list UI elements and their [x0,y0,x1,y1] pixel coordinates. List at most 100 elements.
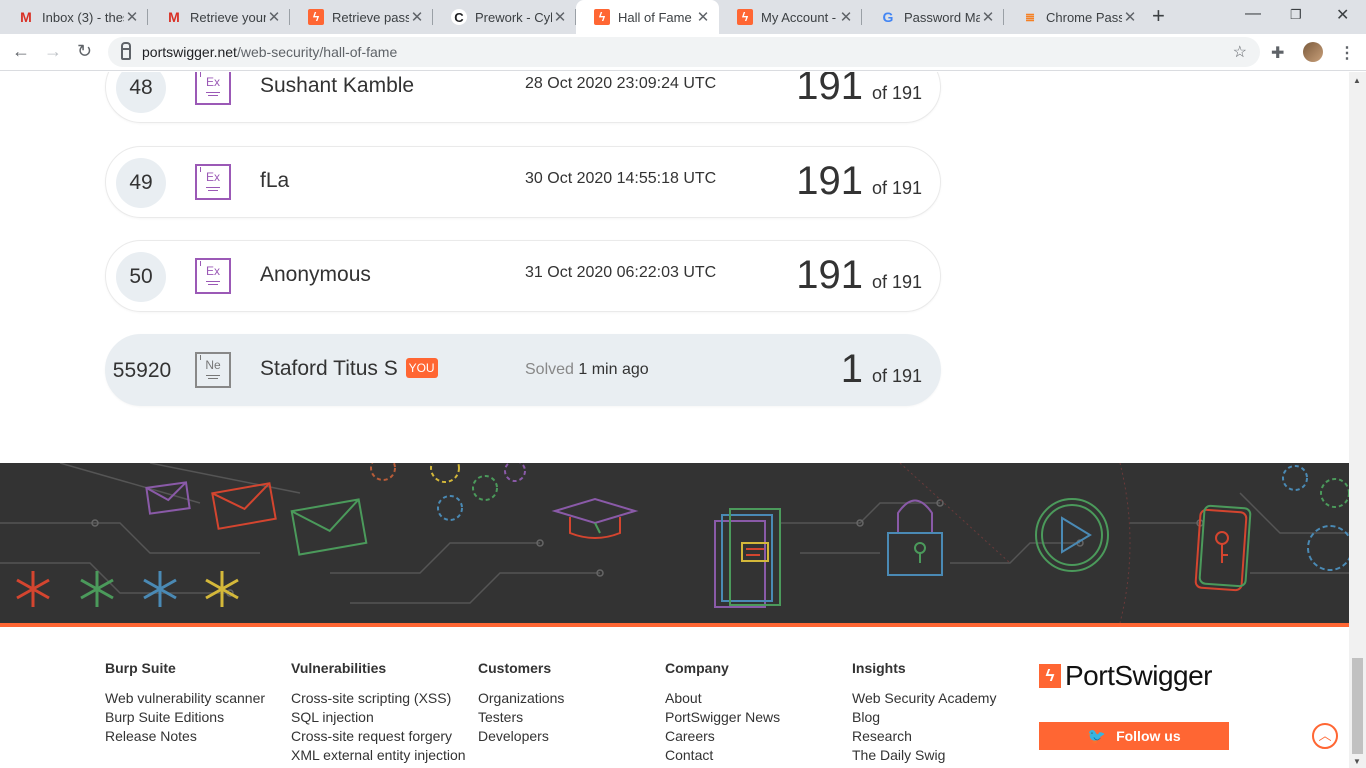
close-icon[interactable]: ✕ [1122,8,1138,26]
footer-link[interactable]: Cross-site request forgery [291,727,466,746]
close-window-button[interactable]: ✕ [1336,5,1349,25]
leaderboard-row: 48 Ex Sushant Kamble 28 Oct 2020 23:09:2… [105,72,941,123]
completion-date: 31 Oct 2020 06:22:03 UTC [525,264,717,281]
footer-link[interactable]: Burp Suite Editions [105,708,265,727]
tab-title: Prework - Cybe [475,9,552,25]
scrollbar-thumb[interactable] [1352,658,1363,754]
footer-link[interactable]: Blog [852,708,996,727]
tab-inbox[interactable]: M Inbox (3) - thes ✕ [0,0,148,34]
score-value: 1 [840,347,863,391]
score-value: 191 [796,72,863,108]
tab-chrome-passw[interactable]: ≣ Chrome Passw ✕ [1004,0,1146,34]
user-name-text: Staford Titus S [260,357,398,380]
badge-symbol: Ex [205,75,220,89]
close-icon[interactable]: ✕ [266,8,282,26]
user-name: Staford Titus S YOU [260,357,438,381]
bookmark-star-icon[interactable]: ☆ [1233,42,1247,62]
user-name: fLa [260,169,290,192]
element-badge-icon: Ex [195,72,231,105]
close-icon[interactable]: ✕ [980,8,996,26]
scroll-to-top-button[interactable]: ︿ [1312,723,1338,749]
score: 191 of 191 [796,159,922,204]
you-badge: YOU [405,358,438,378]
lock-icon[interactable] [121,48,131,60]
footer-link[interactable]: The Daily Swig [852,746,996,765]
logo-wordmark: PortSwigger [1065,660,1213,691]
address-bar[interactable]: portswigger.net/web-security/hall-of-fam… [108,37,1260,67]
tab-hall-of-fame[interactable]: ϟ Hall of Fame - ✕ [576,0,719,34]
rank-circle: 49 [116,158,166,208]
close-icon[interactable]: ✕ [695,8,711,26]
tab-title: Hall of Fame - [618,9,695,25]
footer-link[interactable]: Release Notes [105,727,265,746]
footer-link[interactable]: Careers [665,727,780,746]
reload-button[interactable]: ↻ [77,41,92,62]
footer-link[interactable]: Research [852,727,996,746]
leaderboard-row: 49 Ex fLa 30 Oct 2020 14:55:18 UTC 191 of… [105,146,941,218]
tab-title: Inbox (3) - thes [42,9,124,25]
tab-retrieve-passw[interactable]: ϟ Retrieve passw ✕ [290,0,433,34]
new-tab-button[interactable]: + [1152,3,1165,29]
footer-link[interactable]: Cross-site scripting (XSS) [291,689,466,708]
completion-date: 28 Oct 2020 23:09:24 UTC [525,75,717,92]
banner-illustration [0,463,1349,623]
footer-heading: Insights [852,660,906,676]
follow-us-button[interactable]: 🐦 Follow us [1039,722,1229,750]
maximize-button[interactable]: ❐ [1290,7,1302,23]
footer-link[interactable]: Developers [478,727,564,746]
minimize-button[interactable]: — [1245,5,1261,23]
url-text[interactable]: portswigger.net/web-security/hall-of-fam… [142,44,397,60]
footer-link[interactable]: Web Security Academy [852,689,996,708]
tab-retrieve-your[interactable]: M Retrieve your r ✕ [148,0,290,34]
score-total: of 191 [871,366,922,386]
footer-column-customers: Customers Organizations Testers Develope… [478,660,564,746]
footer-heading: Customers [478,660,552,676]
tab-title: My Account - P [761,9,838,25]
url-path: /web-security/hall-of-fame [236,44,398,60]
page-content: 48 Ex Sushant Kamble 28 Oct 2020 23:09:2… [0,72,1349,768]
footer-heading: Burp Suite [105,660,176,676]
badge-symbol: Ex [205,170,220,184]
forward-button[interactable]: → [44,41,62,62]
footer-link[interactable]: PortSwigger News [665,708,780,727]
close-icon[interactable]: ✕ [552,8,568,26]
badge-symbol: Ex [205,264,220,278]
portswigger-logo[interactable]: ϟ PortSwigger [1039,660,1213,692]
profile-avatar[interactable] [1303,42,1323,62]
solved-status: Solved 1 min ago [525,361,649,379]
score-value: 191 [796,253,863,297]
close-icon[interactable]: ✕ [124,8,140,26]
menu-dots-icon[interactable]: ⋮ [1339,43,1355,63]
extensions-puzzle-icon[interactable]: ✚ [1271,43,1284,63]
footer-link[interactable]: XML external entity injection [291,746,466,765]
footer-link[interactable]: About [665,689,780,708]
scroll-down-arrow-icon[interactable]: ▼ [1353,757,1361,766]
element-badge-icon: Ex [195,164,231,200]
twitter-bird-icon: 🐦 [1087,728,1107,745]
tab-password-manager[interactable]: G Password Man ✕ [862,0,1004,34]
close-icon[interactable]: ✕ [409,8,425,26]
score-value: 191 [796,159,863,203]
rank-circle: 50 [116,252,166,302]
scroll-up-arrow-icon[interactable]: ▲ [1353,76,1361,85]
leaderboard-row: 50 Ex Anonymous 31 Oct 2020 06:22:03 UTC… [105,240,941,312]
footer-link[interactable]: Testers [478,708,564,727]
back-button[interactable]: ← [12,41,30,62]
portswigger-bolt-icon: ϟ [1039,664,1061,688]
score: 191 of 191 [796,253,922,298]
tab-strip: M Inbox (3) - thes ✕ M Retrieve your r ✕… [0,0,1366,34]
score: 1 of 191 [841,347,922,392]
tab-title: Retrieve passw [332,9,409,25]
page-scrollbar[interactable]: ▲ ▼ [1349,72,1366,768]
tab-my-account[interactable]: ϟ My Account - P ✕ [719,0,862,34]
close-icon[interactable]: ✕ [838,8,854,26]
your-leaderboard-row: 55920 Ne Staford Titus S YOU Solved 1 mi… [105,334,941,406]
footer-link[interactable]: Web vulnerability scanner [105,689,265,708]
tab-prework[interactable]: C Prework - Cybe ✕ [433,0,576,34]
footer-link[interactable]: Organizations [478,689,564,708]
footer-link[interactable]: Contact [665,746,780,765]
stackoverflow-icon: ≣ [1024,10,1036,24]
footer-link[interactable]: SQL injection [291,708,466,727]
portswigger-icon: ϟ [308,9,324,25]
completion-date: 30 Oct 2020 14:55:18 UTC [525,170,717,187]
